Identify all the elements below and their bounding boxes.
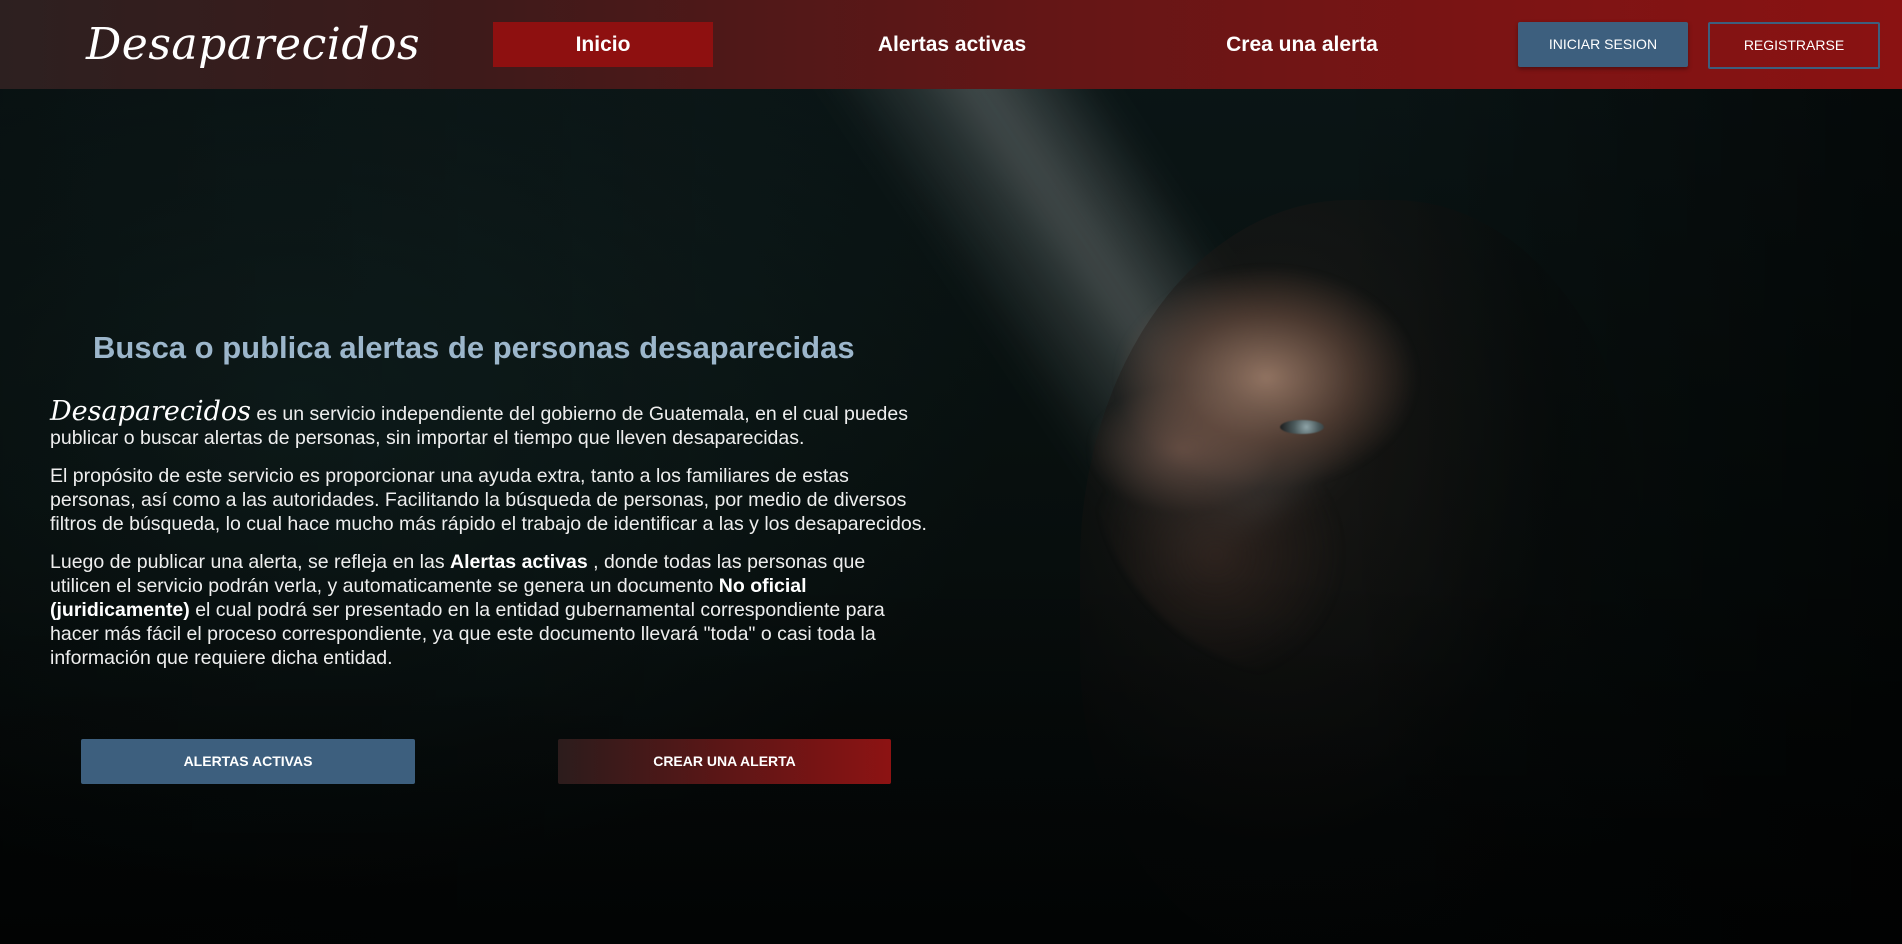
- nav-link-crea-una-alerta[interactable]: Crea una alerta: [1192, 22, 1412, 67]
- inline-brand-name: Desaparecidos: [50, 396, 251, 427]
- process-paragraph: Luego de publicar una alerta, se refleja…: [50, 550, 930, 670]
- intro-paragraph: Desaparecidos es un servicio independien…: [50, 398, 930, 450]
- crear-alerta-button[interactable]: CREAR UNA ALERTA: [558, 739, 891, 784]
- login-button[interactable]: INICIAR SESION: [1518, 22, 1688, 67]
- brand-logo[interactable]: Desaparecidos: [86, 10, 420, 80]
- register-button[interactable]: REGISTRARSE: [1708, 22, 1880, 69]
- top-navbar: Desaparecidos Inicio Alertas activas Cre…: [0, 0, 1902, 89]
- hero-title: Busca o publica alertas de personas desa…: [93, 330, 855, 365]
- nav-link-inicio[interactable]: Inicio: [493, 22, 713, 67]
- page: Desaparecidos Inicio Alertas activas Cre…: [0, 0, 1902, 944]
- hero-content: Busca o publica alertas de personas desa…: [50, 330, 930, 684]
- purpose-paragraph: El propósito de este servicio es proporc…: [50, 465, 927, 535]
- process-bold-alertas-activas: Alertas activas: [450, 551, 588, 573]
- process-text-1: Luego de publicar una alerta, se refleja…: [50, 551, 451, 573]
- alertas-activas-button[interactable]: ALERTAS ACTIVAS: [81, 739, 415, 784]
- nav-link-alertas-activas[interactable]: Alertas activas: [842, 22, 1062, 67]
